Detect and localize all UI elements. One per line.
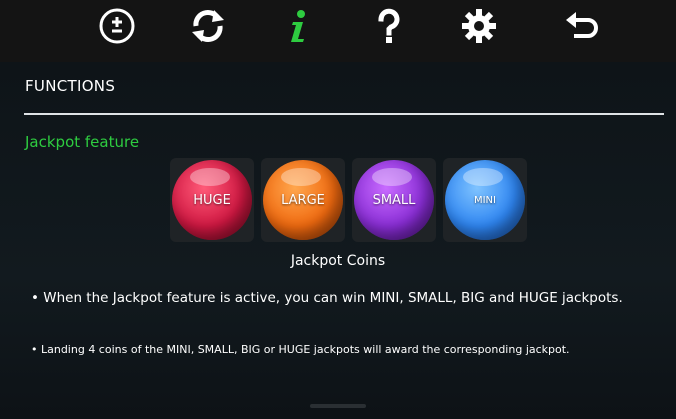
coin-card-huge: HUGE bbox=[170, 158, 254, 242]
coin-label: MINI bbox=[473, 194, 496, 206]
bullet-text: • When the Jackpot feature is active, yo… bbox=[31, 290, 623, 306]
feature-title: Jackpot feature bbox=[25, 133, 140, 151]
jackpot-coin-small: SMALL bbox=[354, 160, 434, 240]
coins-caption: Jackpot Coins bbox=[290, 253, 386, 269]
bet-adjust-icon[interactable] bbox=[95, 6, 139, 46]
toolbar bbox=[0, 0, 676, 62]
jackpot-coin-huge: HUGE bbox=[172, 160, 252, 240]
coin-label: SMALL bbox=[372, 192, 416, 208]
home-indicator bbox=[310, 404, 366, 408]
jackpot-coin-mini: MINI bbox=[445, 160, 525, 240]
divider bbox=[24, 113, 664, 115]
section-title: FUNCTIONS bbox=[25, 77, 116, 95]
coin-card-large: LARGE bbox=[261, 158, 345, 242]
jackpot-coin-large: LARGE bbox=[263, 160, 343, 240]
autoplay-refresh-icon[interactable] bbox=[186, 6, 230, 46]
coin-card-mini: MINI bbox=[443, 158, 527, 242]
coin-label: LARGE bbox=[281, 192, 325, 208]
back-arrow-icon[interactable] bbox=[560, 6, 604, 46]
bullet-text: • Landing 4 coins of the MINI, SMALL, BI… bbox=[31, 343, 570, 356]
coin-label: HUGE bbox=[193, 192, 231, 208]
help-question-icon[interactable] bbox=[367, 6, 411, 46]
settings-gear-icon[interactable] bbox=[457, 6, 501, 46]
coin-card-small: SMALL bbox=[352, 158, 436, 242]
info-icon[interactable] bbox=[276, 6, 320, 46]
info-panel: FUNCTIONS Jackpot feature HUGE LARGE SMA… bbox=[0, 62, 676, 419]
